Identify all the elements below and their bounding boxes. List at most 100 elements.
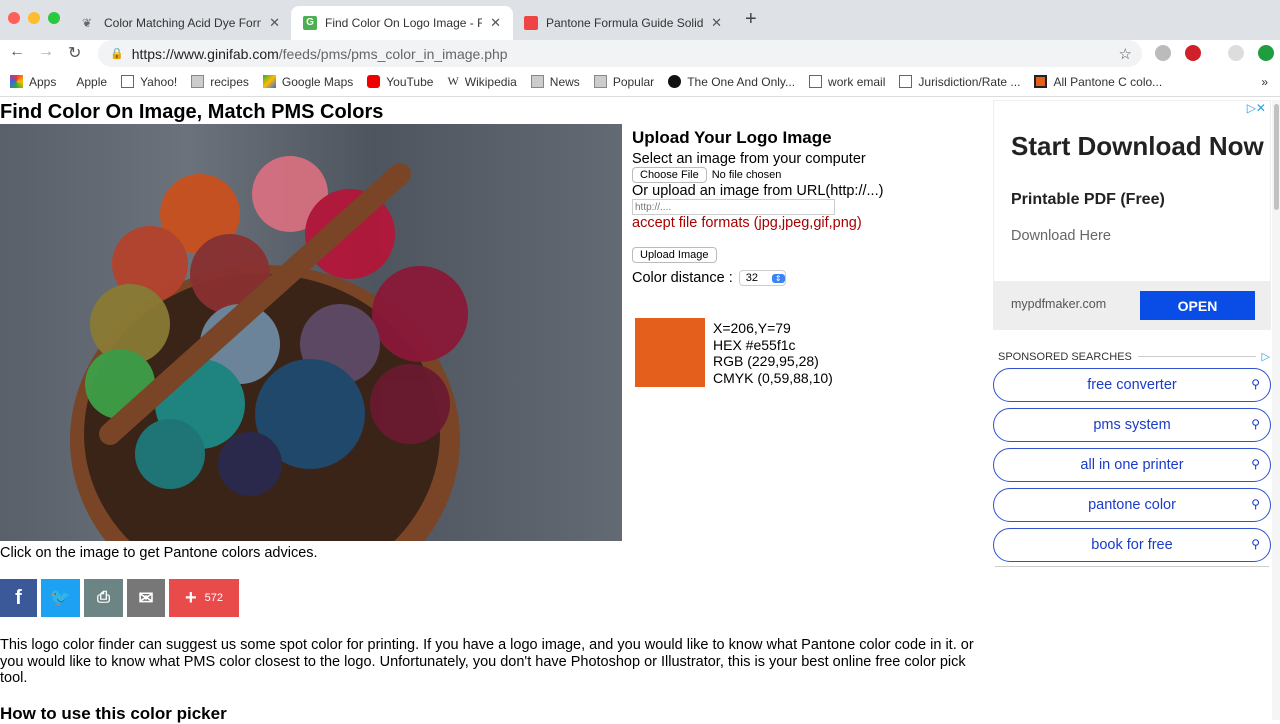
page-icon <box>809 75 823 88</box>
tab-find-color[interactable]: GFind Color On Logo Image - RGB✕ <box>291 6 513 40</box>
bookmark-pantone[interactable]: All Pantone C colo... <box>1034 75 1162 89</box>
close-tab-icon[interactable]: ✕ <box>711 15 722 31</box>
search-icon: ⚲ <box>1251 537 1260 551</box>
facebook-icon: f <box>15 586 22 609</box>
picked-color-swatch <box>635 318 705 387</box>
ad-banner[interactable]: ▷✕ Start Download Now Printable PDF (Fre… <box>993 100 1271 330</box>
page-icon <box>121 75 135 88</box>
twitter-share-button[interactable]: 🐦 <box>41 579 80 617</box>
plus-icon: + <box>184 586 197 609</box>
profile-avatar[interactable] <box>1228 45 1244 61</box>
choose-file-button[interactable]: Choose File <box>632 167 707 183</box>
image-caption: Click on the image to get Pantone colors… <box>0 545 318 561</box>
upload-image-button[interactable]: Upload Image <box>632 247 717 263</box>
minimize-window-button[interactable] <box>28 12 40 24</box>
ad-footer: mypdfmaker.com OPEN <box>994 281 1270 329</box>
sponsored-search-item[interactable]: pantone color ⚲ <box>993 488 1271 522</box>
bookmark-wikipedia[interactable]: W Wikipedia <box>447 74 516 89</box>
distance-label: Color distance : <box>632 270 733 286</box>
print-icon: ⎙ <box>97 589 110 606</box>
envelope-icon: ✉ <box>138 587 154 608</box>
tab-pantone[interactable]: Pantone Formula Guide Solid C ✕ <box>512 6 734 40</box>
back-icon[interactable]: ← <box>9 43 25 61</box>
share-count: 572 <box>204 592 224 604</box>
url-input[interactable]: http://.... <box>632 199 835 215</box>
select-arrows-icon: ⇕ <box>771 273 785 283</box>
maps-icon <box>262 75 276 88</box>
update-icon[interactable] <box>1258 45 1274 61</box>
yarn-basket-photo <box>70 156 468 541</box>
divider <box>995 566 1269 567</box>
wikipedia-icon: W <box>447 74 459 88</box>
bookmark-apple[interactable]: Apple <box>70 75 107 89</box>
print-button[interactable]: ⎙ <box>84 579 123 617</box>
bookmark-google-maps[interactable]: Google Maps <box>262 75 353 89</box>
forward-icon[interactable]: → <box>38 43 54 61</box>
facebook-share-button[interactable]: f <box>0 579 37 617</box>
folder-icon <box>593 75 607 88</box>
close-window-button[interactable] <box>8 12 20 24</box>
pantone-icon <box>1034 75 1048 88</box>
sponsored-header: SPONSORED SEARCHES ▷ <box>998 350 1270 364</box>
skype-icon[interactable] <box>1155 45 1171 61</box>
pantone-icon <box>524 16 538 30</box>
tab-bar: ❦ Color Matching Acid Dye Formu ✕ G Find Co… <box>0 0 1280 40</box>
reload-icon[interactable]: ↻ <box>68 43 81 63</box>
search-icon: ⚲ <box>1251 497 1260 511</box>
bookmark-apps[interactable]: Apps <box>10 75 56 89</box>
color-distance-select[interactable]: 32 ⇕ <box>738 270 786 286</box>
tab-dye[interactable]: ❦ Color Matching Acid Dye Formu ✕ <box>70 6 292 40</box>
description-paragraph: This logo color finder can suggest us so… <box>0 637 974 686</box>
ad-headline: Start Download Now <box>1011 131 1264 161</box>
fr-icon <box>668 75 682 88</box>
bookmark-the-one[interactable]: The One And Only... <box>668 75 795 89</box>
star-icon[interactable]: ☆ <box>1119 45 1132 63</box>
search-icon: ⚲ <box>1251 377 1260 391</box>
ad-open-button[interactable]: OPEN <box>1140 291 1255 320</box>
new-tab-button[interactable]: + <box>745 8 757 31</box>
bookmark-jurisdiction[interactable]: Jurisdiction/Rate ... <box>899 75 1020 89</box>
twitter-icon: 🐦 <box>49 588 72 607</box>
rgb-value: RGB (229,95,28) <box>713 353 819 369</box>
more-bookmarks-button[interactable]: » <box>1261 75 1268 89</box>
apps-grid-icon <box>10 75 23 88</box>
close-tab-icon[interactable]: ✕ <box>269 15 280 31</box>
sponsored-search-item[interactable]: free converter ⚲ <box>993 368 1271 402</box>
dye-icon: ❦ <box>82 16 93 30</box>
adchoices-icon[interactable]: ▷ <box>1262 350 1270 363</box>
page-title: Find Color On Image, Match PMS Colors <box>0 101 384 123</box>
address-bar[interactable]: 🔒 https://www.ginifab.com/feeds/pms/pms_… <box>98 40 1142 67</box>
yarn-basket-image[interactable] <box>0 124 622 541</box>
bookmark-youtube[interactable]: YouTube <box>367 75 433 89</box>
sponsored-search-item[interactable]: pms system ⚲ <box>993 408 1271 442</box>
folder-icon <box>530 75 544 88</box>
bookmark-popular[interactable]: Popular <box>593 75 654 89</box>
how-to-heading: How to use this color picker <box>0 704 227 723</box>
more-share-button[interactable]: +572 <box>169 579 239 617</box>
toolbar: ← → ↻ 🔒 https://www.ginifab.com/feeds/pm… <box>0 40 1280 67</box>
close-tab-icon[interactable]: ✕ <box>490 15 501 31</box>
hex-value: HEX #e55f1c <box>713 336 796 353</box>
coordinates: X=206,Y=79 <box>713 320 791 336</box>
sponsored-search-item[interactable]: all in one printer ⚲ <box>993 448 1271 482</box>
no-file-label: No file chosen <box>711 169 782 181</box>
email-share-button[interactable]: ✉ <box>127 579 165 617</box>
pinterest-icon[interactable] <box>1185 45 1201 61</box>
select-label: Select an image from your computer <box>632 151 866 167</box>
adchoices-close-icon[interactable]: ▷✕ <box>1247 101 1266 115</box>
youtube-icon <box>367 75 381 88</box>
bookmark-news[interactable]: News <box>530 75 580 89</box>
picked-color-info: X=206,Y=79 HEX #e55f1c RGB (229,95,28) C… <box>713 320 833 386</box>
lock-icon: 🔒 <box>110 48 124 60</box>
scrollbar-thumb[interactable] <box>1274 104 1279 210</box>
folder-icon <box>191 75 205 88</box>
url-label: Or upload an image from URL(http://...) <box>632 183 884 199</box>
bookmark-recipes[interactable]: recipes <box>191 75 249 89</box>
bookmark-work-email[interactable]: work email <box>809 75 885 89</box>
sponsored-search-item[interactable]: book for free ⚲ <box>993 528 1271 562</box>
bookmark-yahoo[interactable]: Yahoo! <box>121 75 177 89</box>
window-controls <box>8 12 60 24</box>
maximize-window-button[interactable] <box>48 12 60 24</box>
scrollbar[interactable] <box>1272 100 1280 720</box>
search-icon: ⚲ <box>1251 417 1260 431</box>
